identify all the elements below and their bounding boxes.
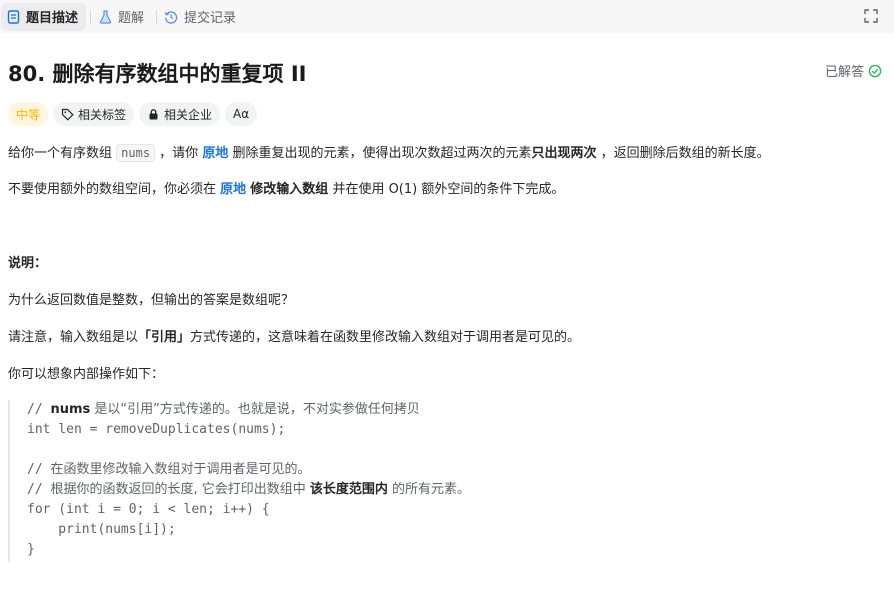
tab-solutions[interactable]: 题解 <box>93 3 152 31</box>
code-line: print(nums[i]); <box>27 522 176 537</box>
text: 给你一个有序数组 <box>8 146 117 161</box>
note-heading: 说明： <box>8 256 48 271</box>
text: ，返回删除后数组的新长度。 <box>596 146 770 161</box>
font-settings-button[interactable]: Aα <box>225 102 258 126</box>
inline-code: nums <box>116 144 156 162</box>
document-icon <box>6 9 20 24</box>
code-comment: // <box>27 402 51 417</box>
code-line: // 根据你的函数返回的长度, 它会打印出数组中 该长度范围内 的所有元素。 <box>27 480 878 500</box>
text: 请注意，输入数组是以 <box>8 330 139 345</box>
tab-solutions-label: 题解 <box>118 11 145 26</box>
bold-text: 只出现两次 <box>531 146 597 161</box>
difficulty-badge: 中等 <box>8 102 49 126</box>
code-line: // nums 是以“引用”方式传递的。也就是说，不对实参做任何拷贝 <box>27 400 878 420</box>
tab-divider <box>156 9 158 24</box>
history-icon <box>164 10 178 24</box>
flask-icon <box>98 9 112 24</box>
text: 不要使用额外的数组空间，你必须在 <box>8 182 221 197</box>
code-line: // 在函数里修改输入数组对于调用者是可见的。 <box>27 460 878 480</box>
code-comment: 的所有元素。 <box>387 482 471 497</box>
check-circle-icon <box>868 64 882 78</box>
description-paragraph-2: 不要使用额外的数组空间，你必须在 原地 修改输入数组 并在使用 O(1) 额外空… <box>8 180 564 200</box>
tag-icon <box>61 108 74 121</box>
code-line: int len = removeDuplicates(nums); <box>27 422 286 437</box>
bold-text: 修改输入数组 <box>250 182 329 197</box>
text: 方式传递的，这意味着在函数里修改输入数组对于调用者是可见的。 <box>190 330 581 345</box>
note-intro: 你可以想象内部操作如下： <box>8 367 165 382</box>
tab-bar: 题目描述 题解 提交记录 <box>0 0 894 33</box>
code-comment: // <box>27 482 51 497</box>
code-block: // nums 是以“引用”方式传递的。也就是说，不对实参做任何拷贝 int l… <box>8 400 878 562</box>
code-comment: 是以“引用”方式传递的。也就是说，不对实参做任何拷贝 <box>90 402 420 417</box>
tab-divider <box>90 9 92 24</box>
highlight-text: 原地 <box>202 146 229 161</box>
description-paragraph-1: 给你一个有序数组 nums ，请你 原地 删除重复出现的元素，使得出现次数超过两… <box>8 143 770 164</box>
text: ，请你 <box>155 146 203 161</box>
solved-status: 已解答 <box>825 61 882 80</box>
text: 并在使用 O(1) 额外空间的条件下完成。 <box>328 182 565 197</box>
tab-submissions[interactable]: 提交记录 <box>159 3 244 31</box>
code-line: for (int i = 0; i < len; i++) { <box>27 502 270 517</box>
bold-text: 「引用」 <box>138 330 191 345</box>
note-question: 为什么返回数值是整数，但输出的答案是数组呢？ <box>8 293 295 308</box>
tab-description[interactable]: 题目描述 <box>1 2 87 31</box>
text: 删除重复出现的元素，使得出现次数超过两次的元素 <box>228 146 532 161</box>
highlight-text: 原地 <box>220 182 247 197</box>
code-comment: 在函数里修改输入数组对于调用者是可见的。 <box>50 462 311 477</box>
companies-tag-label: 相关企业 <box>164 107 213 122</box>
page-title: 80. 删除有序数组中的重复项 II <box>8 62 307 86</box>
code-comment: 根据你的函数返回的长度, 它会打印出数组中 <box>50 482 310 497</box>
tab-submissions-label: 提交记录 <box>184 11 237 26</box>
solved-label: 已解答 <box>824 65 864 80</box>
lock-icon <box>147 108 160 121</box>
note-paragraph: 请注意，输入数组是以「引用」方式传递的，这意味着在函数里修改输入数组对于调用者是… <box>8 328 580 348</box>
companies-tag-button[interactable]: 相关企业 <box>139 102 221 126</box>
code-comment: // <box>27 462 51 477</box>
expand-icon[interactable] <box>864 9 878 23</box>
code-bold: 该长度范围内 <box>309 482 388 497</box>
tab-description-label: 题目描述 <box>26 11 79 26</box>
tag-row: 中等 相关标签 相关企业 Aα <box>8 102 258 126</box>
topics-tag-button[interactable]: 相关标签 <box>53 102 135 126</box>
topics-tag-label: 相关标签 <box>78 107 127 122</box>
code-line: } <box>27 542 35 557</box>
code-bold: nums <box>50 402 91 417</box>
